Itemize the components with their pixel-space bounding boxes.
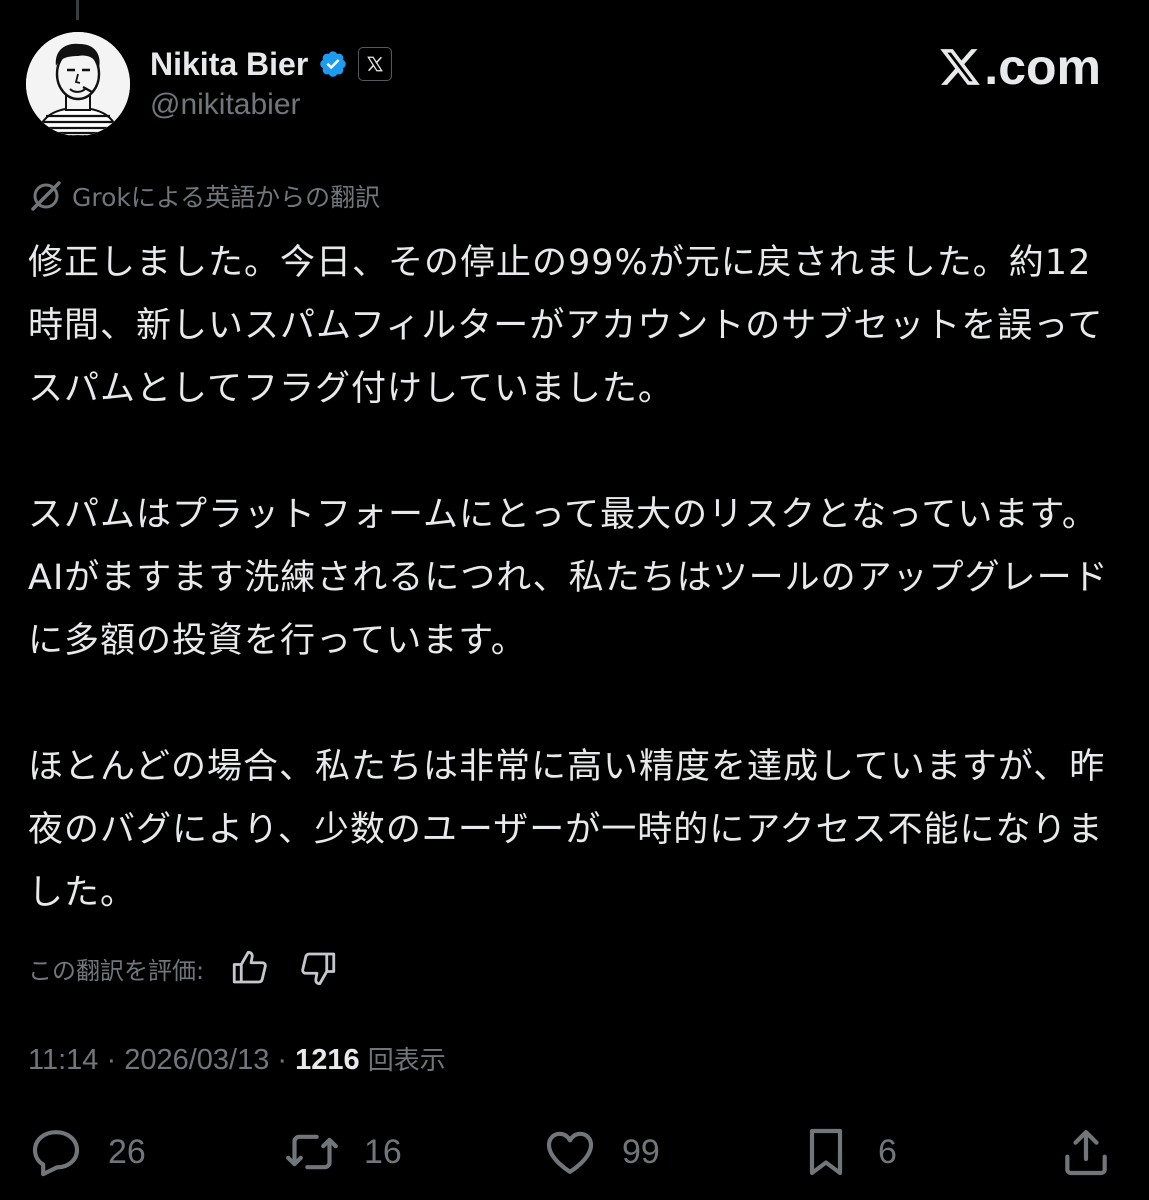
author-handle[interactable]: @nikitabier xyxy=(150,88,301,122)
watermark-text: .com xyxy=(984,39,1101,95)
thread-connector-line xyxy=(76,0,79,20)
repost-button[interactable]: 16 xyxy=(284,1124,402,1180)
watermark-logo: .com xyxy=(938,38,1101,96)
tweet-date[interactable]: 2026/03/13 xyxy=(124,1044,269,1076)
reply-button[interactable]: 26 xyxy=(28,1124,146,1180)
repost-count: 16 xyxy=(364,1132,402,1171)
reply-count: 26 xyxy=(108,1132,146,1171)
tweet-paragraph: 修正しました。今日、その停止の99%が元に戻されました。約12時間、新しいスパム… xyxy=(28,243,1104,409)
views-label: 回表示 xyxy=(367,1046,446,1076)
views-count: 1216 xyxy=(295,1044,360,1076)
reply-icon xyxy=(32,1130,80,1177)
grok-icon xyxy=(31,181,61,211)
tweet-paragraph: スパムはプラットフォームにとって最大のリスクとなっています。AIがますます洗練さ… xyxy=(28,495,1109,661)
tweet-paragraph: ほとんどの場合、私たちは非常に高い精度を達成していますが、昨夜のバグにより、少数… xyxy=(28,747,1106,913)
rate-good-button[interactable] xyxy=(228,946,272,990)
avatar-portrait-icon xyxy=(26,32,130,136)
rating-label: この翻訳を評価: xyxy=(28,956,205,985)
thumbs-up-icon xyxy=(232,950,267,984)
verified-badge-icon xyxy=(320,51,347,77)
share-icon xyxy=(1065,1130,1107,1176)
tweet-meta: 11:14 · 2026/03/13 · 1216 回表示 xyxy=(28,1040,446,1077)
bookmark-icon xyxy=(809,1128,843,1176)
like-count: 99 xyxy=(622,1132,660,1171)
bookmark-button[interactable]: 6 xyxy=(798,1124,897,1180)
author-name-row: Nikita Bier xyxy=(150,42,393,86)
thumbs-down-icon xyxy=(301,952,336,986)
meta-separator: · xyxy=(269,1044,296,1076)
share-button[interactable] xyxy=(1058,1124,1114,1180)
avatar[interactable] xyxy=(26,32,130,136)
translation-label-text: Grokによる英語からの翻訳 xyxy=(72,183,381,212)
translation-label: Grokによる英語からの翻訳 xyxy=(28,178,380,214)
x-logo-icon xyxy=(940,49,981,85)
x-logo-icon xyxy=(367,56,384,72)
heart-icon xyxy=(546,1131,594,1174)
like-button[interactable]: 99 xyxy=(542,1124,660,1180)
tweet-time[interactable]: 11:14 xyxy=(28,1044,98,1076)
bookmark-count: 6 xyxy=(878,1132,897,1171)
affiliation-badge[interactable] xyxy=(358,47,393,81)
rate-bad-button[interactable] xyxy=(296,946,340,990)
meta-separator: · xyxy=(98,1044,125,1076)
tweet-text: 修正しました。今日、その停止の99%が元に戻されました。約12時間、新しいスパム… xyxy=(28,232,1123,925)
translation-rating: この翻訳を評価: xyxy=(28,946,340,990)
repost-icon xyxy=(286,1134,338,1170)
author-display-name[interactable]: Nikita Bier xyxy=(150,46,308,83)
